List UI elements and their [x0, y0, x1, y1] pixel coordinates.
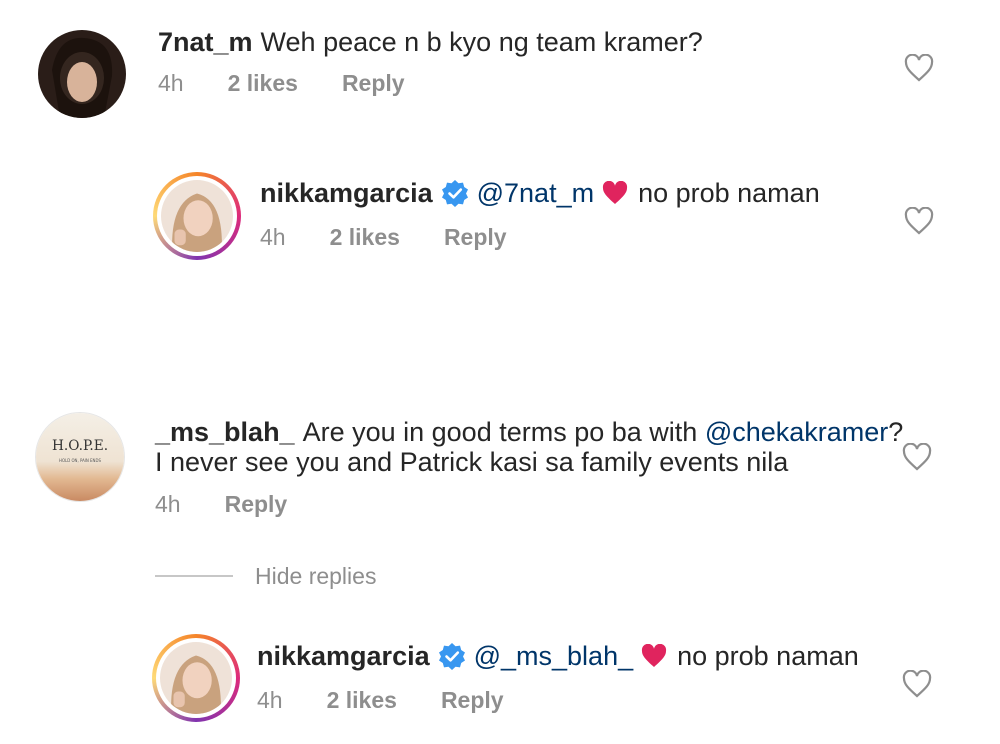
reply-text: no prob naman — [677, 641, 859, 671]
comment-username[interactable]: 7nat_m — [158, 27, 253, 57]
reply-time: 4h — [260, 224, 286, 250]
reply-button[interactable]: Reply — [342, 70, 405, 96]
mention-link[interactable]: @chekakramer — [705, 417, 888, 447]
hope-logo-text: H.O.P.E. — [52, 438, 108, 454]
reply-meta: 4h 2 likes Reply — [257, 687, 548, 714]
avatar-nikkamgarcia[interactable] — [152, 634, 240, 722]
avatar-ms-blah[interactable]: H.O.P.E. HOLD ON, PAIN ENDS — [35, 412, 125, 502]
comment-meta: 4h Reply — [155, 491, 331, 518]
comment-time: 4h — [158, 70, 184, 96]
reply-time: 4h — [257, 687, 283, 713]
comment-line: _ms_blah_ Are you in good terms po ba wit… — [155, 416, 903, 448]
heart-outline-icon[interactable] — [904, 54, 934, 82]
comment-username[interactable]: _ms_blah_ — [155, 417, 295, 447]
heart-outline-icon[interactable] — [902, 670, 932, 698]
heart-outline-icon[interactable] — [902, 443, 932, 471]
heart-outline-icon[interactable] — [904, 207, 934, 235]
verified-badge-icon — [438, 643, 465, 670]
reply-button[interactable]: Reply — [444, 224, 507, 250]
mention-link[interactable]: @7nat_m — [477, 178, 594, 208]
comment-meta: 4h 2 likes Reply — [158, 70, 449, 97]
reply-line: nikkamgarcia @_ms_blah_ no prob naman — [257, 640, 859, 672]
reply-line: nikkamgarcia @7nat_m no prob naman — [260, 177, 820, 209]
comment-line: 7nat_m Weh peace n b kyo ng team kramer? — [158, 26, 703, 58]
reply-text: no prob naman — [638, 178, 820, 208]
reply-button[interactable]: Reply — [441, 687, 504, 713]
hide-replies-divider — [155, 575, 233, 577]
red-heart-emoji — [642, 644, 667, 667]
reply-username[interactable]: nikkamgarcia — [257, 641, 430, 671]
comment-text: Weh peace n b kyo ng team kramer? — [260, 27, 703, 57]
avatar-nikkamgarcia[interactable] — [153, 172, 241, 260]
reply-meta: 4h 2 likes Reply — [260, 224, 551, 251]
reply-username[interactable]: nikkamgarcia — [260, 178, 433, 208]
hope-logo-subtext: HOLD ON, PAIN ENDS — [59, 458, 101, 463]
verified-badge-icon — [441, 180, 468, 207]
likes-count[interactable]: 2 likes — [330, 224, 400, 250]
comment-line-2: I never see you and Patrick kasi sa fami… — [155, 447, 789, 477]
hide-replies-button[interactable]: Hide replies — [255, 563, 376, 590]
likes-count[interactable]: 2 likes — [228, 70, 298, 96]
avatar-7nat-m[interactable] — [38, 30, 126, 118]
comment-text: Are you in good terms po ba with — [302, 417, 698, 447]
reply-button[interactable]: Reply — [225, 491, 288, 517]
red-heart-emoji — [603, 181, 628, 204]
likes-count[interactable]: 2 likes — [327, 687, 397, 713]
mention-link[interactable]: @_ms_blah_ — [474, 641, 634, 671]
comment-time: 4h — [155, 491, 181, 517]
